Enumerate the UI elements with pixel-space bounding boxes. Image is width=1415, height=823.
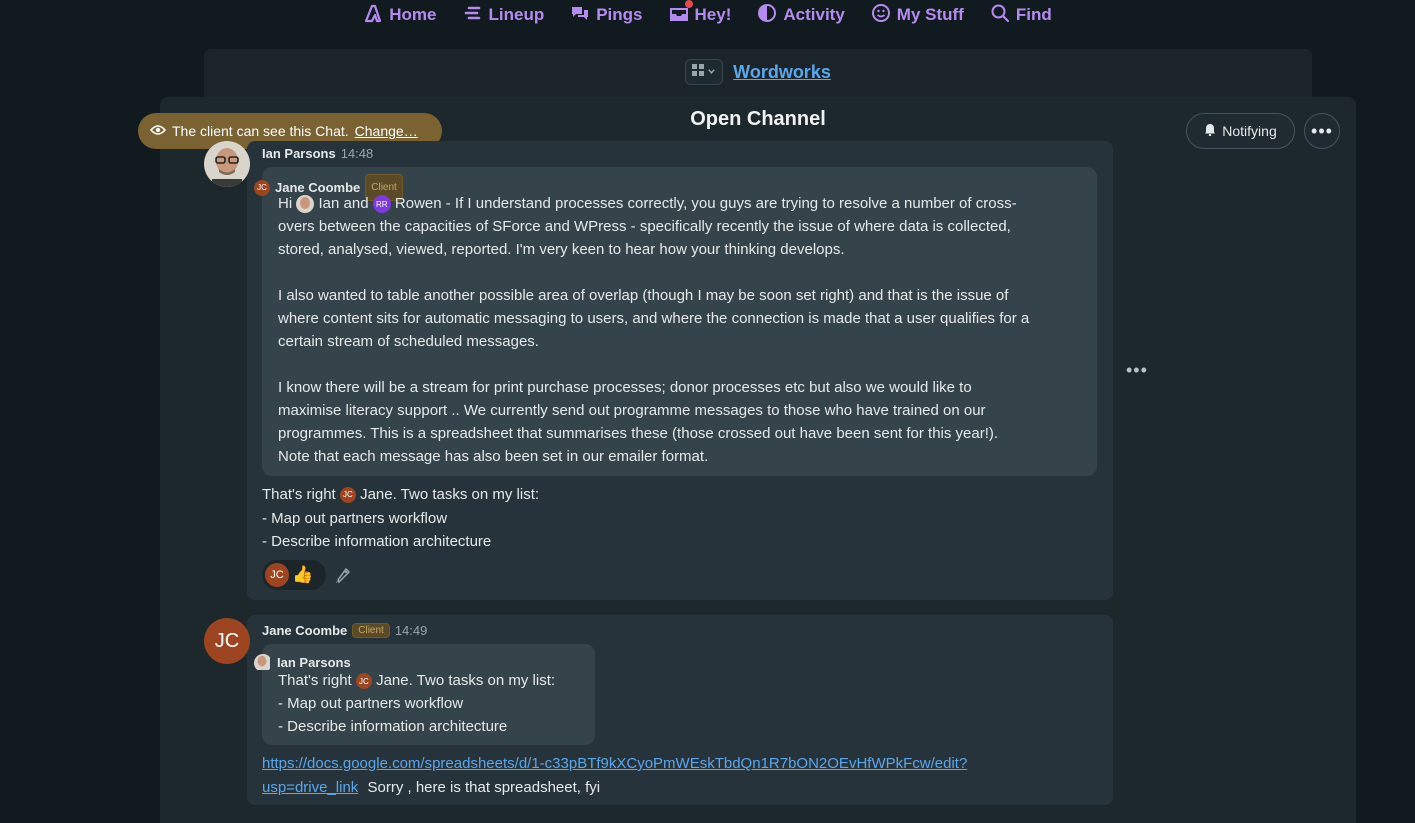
quoted-message: JC Jane Coombe Client Hi Ian and RR Rowe… [254, 167, 1097, 476]
quoted-message: Ian Parsons That's right JC Jane. Two ta… [254, 644, 595, 745]
avatar-jc-small: JC [254, 179, 270, 196]
quote-text: Rowen - If I understand processes correc… [394, 195, 1017, 212]
avatar-ian-parsons[interactable] [204, 141, 250, 187]
quote-text: Jane. Two tasks on my list: [376, 672, 556, 689]
smiley-icon [871, 3, 891, 28]
mention-avatar-jc: JC [355, 673, 372, 690]
body-text: Jane. Two tasks on my list: [360, 486, 540, 503]
quote-line: Hi Ian and RR Rowen - If I understand pr… [278, 192, 1093, 215]
quote-text: Hi [278, 195, 293, 212]
project-switcher[interactable] [685, 59, 724, 85]
bell-icon [1204, 123, 1216, 139]
nav-activity[interactable]: Activity [757, 3, 845, 28]
quote-line: - Describe information architecture [278, 718, 508, 735]
message-meta: Ian Parsons 14:48 [262, 146, 373, 161]
nav-my-stuff[interactable]: My Stuff [871, 3, 964, 28]
quote-line: maximise literacy support .. We currentl… [278, 402, 986, 419]
add-boost-icon[interactable] [334, 566, 352, 589]
quote-line: - Map out partners workflow [278, 695, 464, 712]
quote-line: stored, analysed, viewed, reported. I'm … [278, 241, 845, 258]
notification-dot [684, 0, 693, 8]
body-text: Sorry , here is that spreadsheet, fyi [367, 778, 601, 796]
chevron-down-icon [707, 63, 716, 81]
quote-line: where content sits for automatic messagi… [278, 310, 1030, 327]
message-time[interactable]: 14:49 [395, 623, 428, 638]
message-meta: Jane Coombe Client 14:49 [262, 623, 427, 638]
quote-line: overs between the capacities of SForce a… [278, 218, 1011, 235]
nav-pings[interactable]: Pings [570, 3, 643, 28]
message-author[interactable]: Ian Parsons [262, 146, 336, 161]
quote-line: I know there will be a stream for print … [278, 379, 972, 396]
avatar-jane-coombe[interactable]: JC [204, 618, 250, 664]
mention-avatar-ian [296, 195, 315, 214]
nav-my-stuff-label: My Stuff [896, 5, 964, 24]
quote-text: That's right [278, 672, 352, 689]
spreadsheet-link[interactable]: https://docs.google.com/spreadsheets/d/1… [262, 755, 967, 772]
client-badge: Client [352, 623, 390, 638]
visibility-text: The client can see this Chat. [172, 123, 349, 139]
nav-hey-label: Hey! [694, 5, 732, 24]
nav-lineup-label: Lineup [488, 5, 545, 24]
body-line: https://docs.google.com/spreadsheets/d/1… [262, 752, 967, 776]
search-icon [990, 3, 1010, 28]
nav-find[interactable]: Find [990, 3, 1052, 28]
project-bar: Wordworks [204, 49, 1312, 99]
quote-body: Hi Ian and RR Rowen - If I understand pr… [278, 192, 1093, 468]
thumbs-up-emoji: 👍 [292, 565, 314, 584]
avatar-ian-small [254, 653, 272, 672]
mention-avatar-rr: RR [372, 195, 391, 214]
message-author[interactable]: Jane Coombe [262, 623, 347, 638]
project-link[interactable]: Wordworks [733, 62, 831, 83]
quote-body: That's right JC Jane. Two tasks on my li… [278, 669, 593, 738]
mention-ian[interactable]: Ian and [319, 195, 369, 212]
lineup-icon [463, 3, 483, 28]
notifying-label: Notifying [1222, 123, 1277, 139]
nav-hey[interactable]: Hey! [669, 0, 732, 28]
quote-line: I also wanted to table another possible … [278, 287, 1009, 304]
chat-bubbles-icon [570, 3, 590, 28]
pie-icon [757, 3, 777, 28]
spreadsheet-link[interactable]: usp=drive_link [262, 779, 358, 796]
eye-icon [149, 123, 167, 139]
top-nav: Home Lineup Pings Hey! Activity My Stuff [0, 0, 1415, 30]
message-time[interactable]: 14:48 [341, 146, 374, 161]
body-line: - Map out partners workflow [262, 509, 448, 527]
grid-icon [692, 63, 705, 81]
notifying-button[interactable]: Notifying [1186, 113, 1295, 149]
body-text: That's right [262, 486, 336, 503]
visibility-change-link[interactable]: Change… [355, 123, 418, 139]
nav-find-label: Find [1015, 5, 1052, 24]
mention-avatar-jc: JC [339, 487, 356, 504]
body-line: That's right JC Jane. Two tasks on my li… [262, 483, 539, 507]
body-line: usp=drive_link Sorry , here is that spre… [262, 776, 967, 800]
quote-line: That's right JC Jane. Two tasks on my li… [278, 669, 593, 692]
message-more-button[interactable]: ••• [1126, 360, 1148, 381]
home-icon [363, 3, 383, 28]
reaction-chip[interactable]: JC 👍 [262, 560, 326, 590]
quote-line: Note that each message has also been set… [278, 448, 709, 465]
reaction-avatar: JC [265, 563, 289, 587]
nav-home-label: Home [389, 5, 437, 24]
nav-lineup[interactable]: Lineup [463, 3, 545, 28]
message-body: https://docs.google.com/spreadsheets/d/1… [262, 752, 967, 799]
nav-pings-label: Pings [596, 5, 643, 24]
quote-line: programmes. This is a spreadsheet that s… [278, 425, 999, 442]
body-line: - Describe information architecture [262, 533, 492, 550]
nav-activity-label: Activity [783, 5, 845, 24]
nav-home[interactable]: Home [363, 3, 437, 28]
quote-line: certain stream of scheduled messages. [278, 333, 539, 350]
message-body: That's right JC Jane. Two tasks on my li… [262, 483, 539, 554]
channel-more-button[interactable]: ••• [1304, 113, 1340, 149]
